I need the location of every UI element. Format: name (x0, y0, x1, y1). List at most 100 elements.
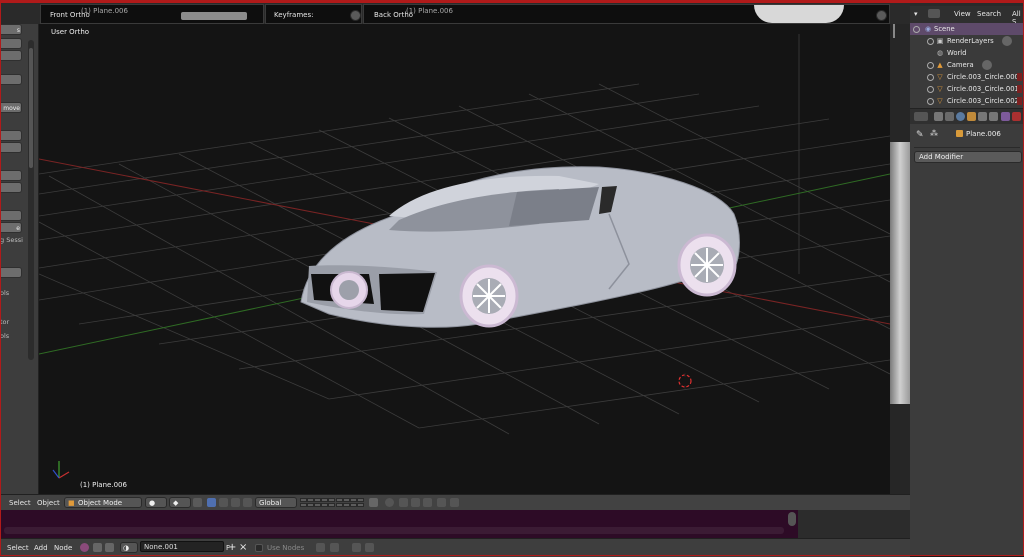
3d-viewport[interactable] (39, 24, 890, 494)
outliner-search-menu[interactable]: Search (977, 10, 1001, 18)
render-icon[interactable] (423, 498, 432, 507)
transform-icon[interactable] (243, 498, 252, 507)
shelf-label: ols (0, 332, 10, 340)
keyframes-panel[interactable]: Keyframes: (265, 4, 362, 24)
shelf-button[interactable]: e (0, 222, 22, 233)
shelf-button[interactable] (0, 210, 22, 221)
render-tab-icon[interactable] (934, 112, 943, 121)
front-ortho-view[interactable]: Front Ortho (1) Plane.006 (40, 4, 264, 24)
scale-icon[interactable] (231, 498, 240, 507)
object-menu[interactable]: Object (37, 499, 60, 507)
add-modifier-button[interactable]: Add Modifier (914, 151, 1022, 163)
shelf-button[interactable]: s (0, 24, 22, 35)
material-icon: ◑ (123, 544, 130, 552)
backdrop-icon[interactable] (316, 543, 325, 552)
outliner-item-renderlayers[interactable]: ▣ RenderLayers (910, 35, 1024, 47)
shelf-button[interactable] (0, 267, 22, 278)
timeline-scroll-handle[interactable] (788, 512, 796, 526)
shelf-button[interactable] (0, 38, 22, 49)
timeline-scrollbar[interactable] (4, 527, 784, 534)
side-strip-handle[interactable] (893, 24, 895, 38)
node-add-menu[interactable]: Add (34, 544, 48, 552)
data-tab-icon[interactable] (989, 112, 998, 121)
compositing-tree-icon[interactable] (93, 543, 102, 552)
mesh-icon: ▽ (937, 73, 943, 81)
snap-node-icon[interactable] (330, 543, 339, 552)
anim-render-icon[interactable] (437, 498, 446, 507)
snap-icon[interactable] (399, 498, 408, 507)
shelf-button[interactable] (0, 50, 22, 61)
outliner-item-world[interactable]: ◍ World (910, 47, 1024, 59)
expand-toggle[interactable] (927, 98, 934, 105)
mode-select[interactable]: ■ Object Mode (64, 497, 142, 508)
copy-nodes-icon[interactable] (352, 543, 361, 552)
node-select-menu[interactable]: Select (7, 544, 29, 552)
opengl-render-icon[interactable] (450, 498, 459, 507)
shelf-button[interactable] (0, 170, 22, 181)
visibility-icon[interactable] (1017, 73, 1022, 81)
orientation-select[interactable]: Global (255, 497, 297, 508)
material-browse-select[interactable]: ◑ (120, 542, 138, 553)
translate-icon[interactable] (207, 498, 216, 507)
back-view-knob[interactable] (876, 10, 887, 21)
expand-toggle[interactable] (927, 38, 934, 45)
manipulator-toggle-icon[interactable] (193, 498, 202, 507)
front-view-scrollbar[interactable] (181, 12, 247, 20)
display-mode-icon[interactable] (928, 9, 940, 18)
visibility-icon[interactable] (1017, 97, 1022, 105)
scene-tab-icon[interactable] (945, 112, 954, 121)
outliner-item-camera[interactable]: ▲ Camera (910, 59, 1024, 71)
add-material-icon[interactable]: + (228, 542, 236, 553)
rotate-icon[interactable] (219, 498, 228, 507)
shelf-button[interactable] (0, 74, 22, 85)
lock-layer-icon[interactable] (369, 498, 378, 507)
pivot-select[interactable]: ◆ (169, 497, 191, 508)
side-view-preview (890, 142, 910, 404)
expand-toggle[interactable] (927, 86, 934, 93)
window-border-left (0, 0, 1, 556)
expand-toggle[interactable] (927, 62, 934, 69)
constraints-tab-icon[interactable] (978, 112, 987, 121)
viewport-shading-select[interactable]: ● (145, 497, 167, 508)
back-ortho-view[interactable]: Back Ortho (1) Plane.006 (363, 4, 890, 24)
select-menu[interactable]: Select (9, 499, 31, 507)
camera-data-button[interactable] (982, 60, 992, 70)
expand-toggle[interactable] (927, 74, 934, 81)
render-layers-button[interactable] (1002, 36, 1012, 46)
outliner-item-scene[interactable]: ◉ Scene (910, 23, 1024, 35)
visibility-icon[interactable] (1017, 85, 1022, 93)
modifiers-tab-icon[interactable] (1001, 112, 1010, 121)
world-tab-icon[interactable] (956, 112, 965, 121)
keyframes-knob[interactable] (350, 10, 361, 21)
shelf-scrollbar[interactable] (28, 40, 34, 360)
pin-icon[interactable]: ✎ (916, 130, 924, 140)
unlink-material-icon[interactable]: × (239, 542, 247, 553)
shelf-button[interactable] (0, 130, 22, 141)
shelf-button[interactable] (0, 182, 22, 193)
expand-toggle[interactable] (913, 26, 920, 33)
snap-element-icon[interactable] (411, 498, 420, 507)
3d-cursor[interactable] (678, 373, 692, 389)
shader-tree-icon[interactable] (80, 543, 89, 552)
shelf-move-button[interactable]: move (0, 102, 22, 113)
window-border (0, 0, 1024, 3)
editor-type-icon[interactable] (914, 112, 928, 121)
outliner-item-mesh[interactable]: ▽ Circle.003_Circle.001 (910, 83, 1024, 95)
layer-buttons[interactable] (300, 498, 364, 508)
front-view-object: (1) Plane.006 (81, 7, 128, 15)
shelf-button[interactable] (0, 142, 22, 153)
outliner-item-mesh[interactable]: ▽ Circle.003_Circle.002 (910, 95, 1024, 107)
object-tab-icon[interactable] (967, 112, 976, 121)
use-nodes-checkbox[interactable] (255, 544, 263, 552)
outliner-item-mesh[interactable]: ▽ Circle.003_Circle.000 (910, 71, 1024, 83)
paste-nodes-icon[interactable] (365, 543, 374, 552)
car-model (300, 166, 740, 328)
proportional-edit-icon[interactable] (385, 498, 394, 507)
material-tab-icon[interactable] (1012, 112, 1021, 121)
texture-tree-icon[interactable] (105, 543, 114, 552)
material-name-field[interactable]: None.001 (140, 541, 224, 552)
node-menu[interactable]: Node (54, 544, 72, 552)
viewport-canvas (39, 34, 890, 479)
outliner-menu-icon[interactable]: ▾ (914, 10, 918, 18)
outliner-view-menu[interactable]: View (954, 10, 971, 18)
